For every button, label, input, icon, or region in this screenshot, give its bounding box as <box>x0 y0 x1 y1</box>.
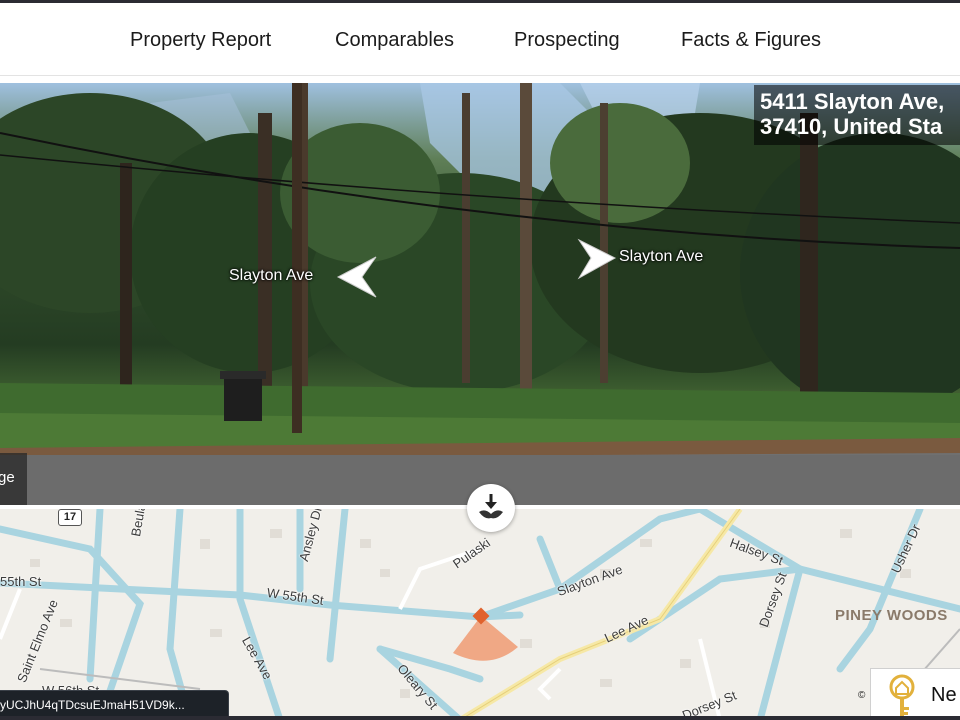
main-nav: Property Report Comparables Prospecting … <box>0 3 960 76</box>
window-bottom-edge <box>0 716 960 720</box>
address-overlay: 5411 Slayton Ave, 37410, United Sta <box>754 85 960 145</box>
promo-text: Ne <box>931 684 957 706</box>
navigate-right-arrow-icon[interactable] <box>577 238 617 280</box>
street-label-right: Slayton Ave <box>619 248 704 265</box>
street-view-scene <box>0 83 960 505</box>
nav-prospecting[interactable]: Prospecting <box>514 29 620 52</box>
map-copyright: © <box>858 690 866 701</box>
promo-badge[interactable]: Ne <box>870 668 960 720</box>
address-line-1: 5411 Slayton Ave, <box>760 89 945 114</box>
nav-spacer <box>0 76 960 83</box>
route-shield: 17 <box>58 509 82 526</box>
side-control-label: ge <box>0 469 15 486</box>
map-label-55th-st: 55th St <box>0 574 42 589</box>
key-icon <box>889 674 915 716</box>
map-district-label: PINEY WOODS <box>835 607 948 624</box>
street-label-left: Slayton Ave <box>229 267 314 284</box>
status-url: yUCJhU4qTDcsuEJmaH51VD9k... <box>0 698 185 712</box>
map-view[interactable]: 17 55th St Beulah Ave Ansley Dr Pulaski … <box>0 509 960 720</box>
street-view-panorama[interactable]: 5411 Slayton Ave, 37410, United Sta Slay… <box>0 83 960 505</box>
nav-comparables[interactable]: Comparables <box>335 29 454 52</box>
nav-facts-figures[interactable]: Facts & Figures <box>681 29 821 52</box>
address-line-2: 37410, United Sta <box>760 114 943 139</box>
street-view-side-control[interactable]: ge <box>0 453 27 505</box>
street-view-toggle-button[interactable] <box>467 484 515 532</box>
nav-property-report[interactable]: Property Report <box>130 29 271 52</box>
pegman-arrow-icon <box>479 494 503 519</box>
navigate-left-arrow-icon[interactable] <box>332 255 378 299</box>
